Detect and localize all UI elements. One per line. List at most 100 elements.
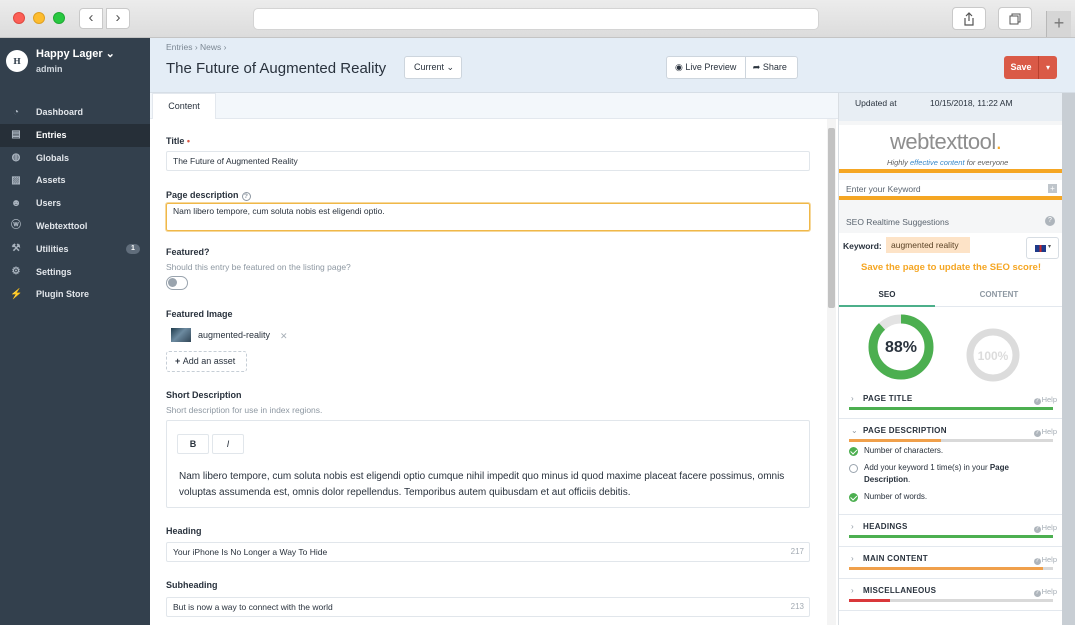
score-bar-fill [849,567,1043,570]
title-field[interactable]: The Future of Augmented Reality [166,151,810,171]
score-row-page-description[interactable]: ⌄ PAGE DESCRIPTION ? Help Number of chara… [839,419,1063,515]
short-description-editor[interactable]: B I Nam libero tempore, cum soluta nobis… [166,420,810,508]
check-text: Number of words. [864,492,928,501]
row-name: MAIN CONTENT [863,554,928,563]
sidebar-item-utilities[interactable]: ⚒ Utilities 1 [0,238,150,261]
score-bar [849,407,1053,410]
heading-field[interactable]: Your iPhone Is No Longer a Way To Hide 21… [166,542,810,562]
score-gauges: 88% 100% [868,314,1020,382]
sidebar: H Happy Lager ⌄ admin ◔ Dashboard ▤ Entrie… [0,38,150,625]
preview-share-group: ◉ Live Preview ➦ Share [666,56,798,79]
asset-name[interactable]: augmented-reality [198,330,270,340]
subheading-label: Subheading [166,580,218,590]
tab-content-score[interactable]: CONTENT [951,283,1047,307]
score-row-miscellaneous[interactable]: › MISCELLANEOUS ? Help [839,579,1063,611]
featured-toggle[interactable] [166,276,188,290]
scroll-thumb[interactable] [828,128,835,308]
minimize-window-button[interactable] [33,12,45,24]
uk-flag-icon [1035,245,1046,252]
sidebar-item-webtexttool[interactable]: ⓦ Webtexttool [0,215,150,238]
sidebar-item-plugin-store[interactable]: ⚡ Plugin Store [0,283,150,306]
bold-button[interactable]: B [177,434,209,454]
save-options-button[interactable]: ▾ [1038,56,1057,79]
share-button[interactable]: ➦ Share [746,57,797,78]
row-help[interactable]: ? Help [1033,395,1057,405]
row-help[interactable]: ? Help [1033,587,1057,597]
short-description-text[interactable]: Nam libero tempore, cum soluta nobis est… [179,469,799,501]
tab-content[interactable]: Content [152,93,216,120]
help-label: Help [1041,427,1057,436]
help-icon[interactable]: ? [241,192,251,201]
webtexttool-logo: webtexttool. [890,129,1002,155]
browser-share-button[interactable] [952,7,986,30]
tab-seo[interactable]: SEO [839,283,935,307]
check-item: Number of characters. [849,445,1053,457]
score-bar [849,567,1053,570]
score-row-main-content[interactable]: › MAIN CONTENT ? Help [839,547,1063,579]
score-row-page-title[interactable]: › PAGE TITLE ? Help [839,387,1063,419]
check-item: Add your keyword 1 time(s) in your Page … [849,462,1053,486]
back-button[interactable]: ‹ [79,8,103,29]
site-switcher[interactable]: Happy Lager ⌄ [36,47,115,60]
sidebar-item-dashboard[interactable]: ◔ Dashboard [0,101,150,124]
remove-asset-icon[interactable]: ✕ [280,331,288,342]
form-scrollbar[interactable] [827,119,836,625]
sidebar-item-label: Dashboard [36,107,84,117]
wrench-icon: ⚒ [11,243,21,255]
updated-at-row: Updated at 10/15/2018, 11:22 AM [839,93,1063,121]
help-icon[interactable]: ? [1045,216,1055,226]
seo-score-text: 88% [885,339,917,356]
forward-button[interactable]: › [106,8,130,29]
sidebar-item-entries[interactable]: ▤ Entries [0,123,150,147]
share-icon [964,12,974,26]
site-logo[interactable]: H [6,50,28,72]
check-circle-icon [849,447,858,456]
subheading-field[interactable]: But is now a way to connect with the wor… [166,597,810,617]
subheading-value: But is now a way to connect with the wor… [173,602,333,612]
seo-suggestions-header[interactable]: SEO Realtime Suggestions? [839,214,1063,230]
breadcrumb[interactable]: Entries › News › [166,42,226,52]
logo-dot: . [995,129,1002,154]
help-label: Help [1041,555,1057,564]
subheading-char-count: 213 [790,602,804,611]
revision-menu-button[interactable]: Current ⌄ [404,56,462,79]
keyword-placeholder: Enter your Keyword [846,184,921,194]
sidebar-item-globals[interactable]: ◍ Globals [0,147,150,170]
address-bar[interactable] [253,8,819,30]
sidebar-item-assets[interactable]: ▨ Assets [0,169,150,192]
seo-panel: Updated at 10/15/2018, 11:22 AM webtextto… [838,93,1063,625]
keyword-input[interactable]: Enter your Keyword + [839,180,1063,200]
current-user[interactable]: admin [36,64,63,74]
sidebar-item-label: Entries [36,129,67,140]
row-help[interactable]: ? Help [1033,427,1057,437]
help-icon: ? [1033,558,1041,565]
live-preview-button[interactable]: ◉ Live Preview [667,57,746,78]
title-label-text: Title [166,136,185,146]
page-description-field[interactable]: Nam libero tempore, cum soluta nobis est… [166,203,810,231]
add-asset-button[interactable]: + Add an asset [166,351,247,372]
asset-thumbnail[interactable] [171,328,191,342]
tagline-em: effective content [909,158,965,167]
italic-button[interactable]: I [212,434,244,454]
language-select[interactable]: ▾ [1026,237,1059,259]
sidebar-item-users[interactable]: ☻ Users [0,192,150,215]
seo-suggestions-body: Keyword: augmented reality ▾ Save the pa… [839,233,1063,625]
close-window-button[interactable] [13,12,25,24]
webtexttool-logo-box: webtexttool. Highly effective content fo… [839,125,1063,173]
sidebar-item-settings[interactable]: ⚙ Settings [0,261,150,284]
save-button[interactable]: Save [1004,56,1038,79]
new-tab-button[interactable]: + [1046,11,1071,37]
score-row-headings[interactable]: › HEADINGS ? Help [839,515,1063,547]
featured-label: Featured? [166,247,210,257]
score-bar-fill [849,535,1053,538]
plug-icon: ⚡ [10,288,23,300]
row-help[interactable]: ? Help [1033,523,1057,533]
zoom-window-button[interactable] [53,12,65,24]
show-tabs-button[interactable] [998,7,1032,30]
page-title: The Future of Augmented Reality [166,60,387,77]
save-warning: Save the page to update the SEO score! [860,262,1042,273]
add-keyword-icon[interactable]: + [1048,184,1057,193]
check-text: Add your keyword 1 time(s) in your [864,463,990,472]
seo-panel-scrollbar[interactable] [1062,93,1075,625]
row-help[interactable]: ? Help [1033,555,1057,565]
